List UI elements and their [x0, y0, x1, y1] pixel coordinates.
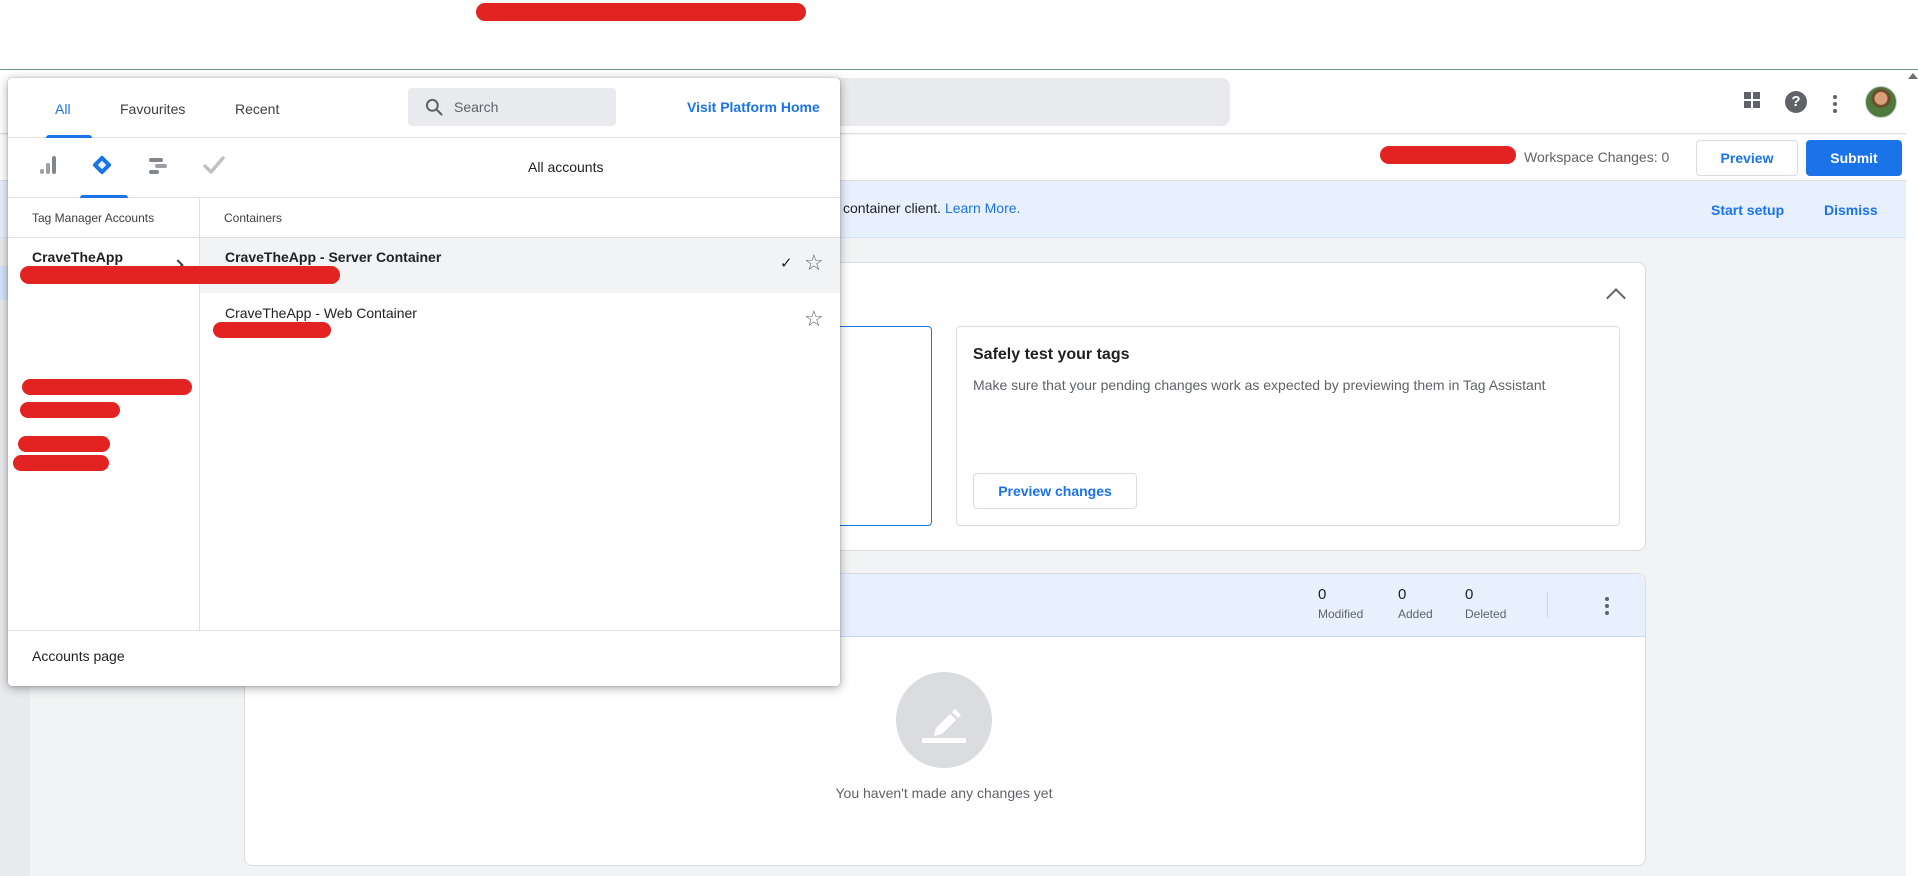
tab-all[interactable]: All: [55, 101, 71, 117]
tag-manager-icon[interactable]: [84, 147, 120, 183]
accounts-column-header: Tag Manager Accounts: [32, 211, 155, 225]
star-icon[interactable]: ☆: [804, 252, 824, 274]
stat-deleted: 0 Deleted: [1465, 586, 1525, 621]
scrollbar-up-arrow[interactable]: [1908, 73, 1918, 79]
redacted-account: [20, 402, 120, 418]
redacted-account: [18, 436, 110, 452]
preview-button[interactable]: Preview: [1696, 140, 1798, 176]
banner-message: container client. Learn More.: [843, 200, 1020, 216]
stat-label: Added: [1398, 607, 1433, 621]
stat-label: Deleted: [1465, 607, 1507, 621]
surveys-icon[interactable]: [196, 147, 232, 183]
container-name: CraveTheApp - Server Container: [225, 249, 442, 265]
more-vert-icon[interactable]: [1830, 92, 1840, 116]
changes-more-icon[interactable]: [1602, 594, 1612, 618]
start-setup-button[interactable]: Start setup: [1711, 202, 1784, 218]
test-card-description: Make sure that your pending changes work…: [973, 377, 1546, 393]
stat-label: Modified: [1318, 607, 1364, 621]
redacted-container-id: [213, 322, 331, 338]
checkmark-icon: ✓: [780, 255, 793, 272]
redacted-container-id: [20, 266, 340, 284]
learn-more-link[interactable]: Learn More.: [945, 200, 1020, 216]
global-search-bar[interactable]: [780, 78, 1230, 126]
search-input[interactable]: [454, 96, 604, 118]
redacted-workspace-name: [1380, 146, 1516, 164]
accounts-page-link[interactable]: Accounts page: [32, 648, 125, 664]
visit-platform-home-link[interactable]: Visit Platform Home: [687, 99, 820, 115]
help-icon[interactable]: ?: [1785, 91, 1807, 113]
redacted-account: [22, 379, 192, 395]
account-name: CraveTheApp: [32, 249, 124, 265]
test-card-title: Safely test your tags: [973, 346, 1130, 363]
stats-divider: [1547, 592, 1548, 618]
container-name: CraveTheApp - Web Container: [225, 305, 417, 321]
all-accounts-label: All accounts: [528, 159, 604, 175]
container-picker-panel: All Favourites Recent Visit Platform Hom…: [8, 78, 840, 686]
workspace-changes-count: Workspace Changes: 0: [1524, 149, 1670, 165]
stat-value: 0: [1318, 586, 1327, 603]
banner-text: container client.: [843, 200, 942, 216]
preview-changes-button[interactable]: Preview changes: [973, 473, 1137, 509]
star-icon[interactable]: ☆: [804, 308, 824, 330]
analytics-icon[interactable]: [30, 147, 66, 183]
no-changes-text: You haven't made any changes yet: [835, 785, 1053, 801]
submit-button[interactable]: Submit: [1806, 140, 1902, 176]
picker-footer: [8, 630, 840, 686]
search-icon: [425, 98, 443, 116]
stat-value: 0: [1465, 586, 1474, 603]
user-avatar[interactable]: [1865, 86, 1897, 118]
edit-pencil-icon: [896, 672, 992, 768]
apps-grid-icon[interactable]: [1738, 89, 1766, 117]
product-switcher: [8, 138, 840, 198]
picker-search[interactable]: [408, 88, 616, 126]
tab-favourites[interactable]: Favourites: [120, 101, 185, 117]
dismiss-button[interactable]: Dismiss: [1824, 202, 1878, 218]
stat-modified: 0 Modified: [1318, 586, 1378, 621]
stat-value: 0: [1398, 586, 1407, 603]
redacted-title: [476, 3, 806, 21]
redacted-account: [13, 455, 109, 471]
top-strip: [0, 0, 1918, 70]
optimize-icon[interactable]: [140, 147, 176, 183]
tab-recent[interactable]: Recent: [235, 101, 279, 117]
stat-added: 0 Added: [1398, 586, 1448, 621]
containers-column-header: Containers: [224, 211, 283, 225]
